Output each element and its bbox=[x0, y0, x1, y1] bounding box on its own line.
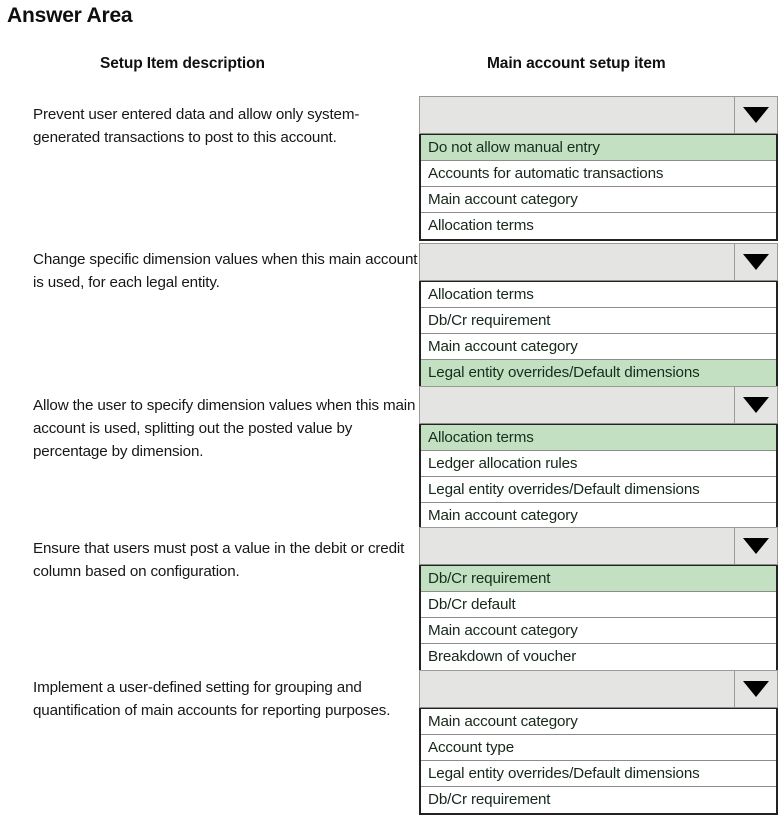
dropdown-option[interactable]: Accounts for automatic transactions bbox=[421, 161, 776, 187]
dropdown-option-selected[interactable]: Allocation terms bbox=[421, 425, 776, 451]
dropdown-option[interactable]: Ledger allocation rules bbox=[421, 451, 776, 477]
dropdown-option[interactable]: Db/Cr default bbox=[421, 592, 776, 618]
dropdown-option[interactable]: Main account category bbox=[421, 618, 776, 644]
dropdown-option-list: Allocation terms Db/Cr requirement Main ac… bbox=[419, 280, 778, 388]
dropdown-option[interactable]: Main account category bbox=[421, 187, 776, 213]
chevron-down-icon bbox=[743, 681, 769, 697]
main-account-setup-item-dropdown[interactable]: Allocation terms Ledger allocation rules L… bbox=[419, 386, 778, 531]
dropdown-option[interactable]: Legal entity overrides/Default dimension… bbox=[421, 761, 776, 787]
dropdown-option[interactable]: Legal entity overrides/Default dimension… bbox=[421, 477, 776, 503]
dropdown-toggle-button[interactable] bbox=[734, 671, 777, 707]
main-account-setup-item-dropdown[interactable]: Main account category Account type Legal e… bbox=[419, 670, 778, 815]
setup-item-description: Ensure that users must post a value in t… bbox=[33, 540, 405, 580]
main-account-setup-item-dropdown[interactable]: Db/Cr requirement Db/Cr default Main accou… bbox=[419, 527, 778, 672]
dropdown-option[interactable]: Allocation terms bbox=[421, 213, 776, 239]
dropdown-option-selected[interactable]: Db/Cr requirement bbox=[421, 566, 776, 592]
chevron-down-icon bbox=[743, 397, 769, 413]
dropdown-toggle-button[interactable] bbox=[734, 244, 777, 280]
dropdown-option-list: Main account category Account type Legal e… bbox=[419, 707, 778, 815]
dropdown-option[interactable]: Main account category bbox=[421, 334, 776, 360]
dropdown-option[interactable]: Breakdown of voucher bbox=[421, 644, 776, 670]
dropdown-toggle-button[interactable] bbox=[734, 97, 777, 133]
chevron-down-icon bbox=[743, 254, 769, 270]
dropdown-combobox[interactable] bbox=[419, 670, 778, 708]
dropdown-combobox[interactable] bbox=[419, 243, 778, 281]
setup-item-description: Change specific dimension values when th… bbox=[33, 251, 418, 291]
dropdown-toggle-button[interactable] bbox=[734, 528, 777, 564]
dropdown-option-selected[interactable]: Do not allow manual entry bbox=[421, 135, 776, 161]
chevron-down-icon bbox=[743, 107, 769, 123]
dropdown-option-selected[interactable]: Legal entity overrides/Default dimension… bbox=[421, 360, 776, 386]
setup-item-description: Allow the user to specify dimension valu… bbox=[33, 397, 416, 460]
column-header-main-account-setup-item: Main account setup item bbox=[487, 55, 666, 72]
chevron-down-icon bbox=[743, 538, 769, 554]
dropdown-combobox[interactable] bbox=[419, 527, 778, 565]
dropdown-toggle-button[interactable] bbox=[734, 387, 777, 423]
setup-item-description: Prevent user entered data and allow only… bbox=[33, 106, 360, 146]
dropdown-combobox[interactable] bbox=[419, 386, 778, 424]
column-header-setup-item-description: Setup Item description bbox=[100, 55, 265, 72]
setup-item-description: Implement a user-defined setting for gro… bbox=[33, 679, 391, 719]
dropdown-option[interactable]: Db/Cr requirement bbox=[421, 787, 776, 813]
page-title: Answer Area bbox=[7, 4, 133, 27]
dropdown-combobox[interactable] bbox=[419, 96, 778, 134]
main-account-setup-item-dropdown[interactable]: Do not allow manual entry Accounts for au… bbox=[419, 96, 778, 241]
dropdown-option[interactable]: Account type bbox=[421, 735, 776, 761]
dropdown-option-list: Do not allow manual entry Accounts for au… bbox=[419, 133, 778, 241]
dropdown-option[interactable]: Db/Cr requirement bbox=[421, 308, 776, 334]
dropdown-option[interactable]: Main account category bbox=[421, 709, 776, 735]
dropdown-option-list: Allocation terms Ledger allocation rules L… bbox=[419, 423, 778, 531]
dropdown-option[interactable]: Main account category bbox=[421, 503, 776, 529]
dropdown-option[interactable]: Allocation terms bbox=[421, 282, 776, 308]
dropdown-option-list: Db/Cr requirement Db/Cr default Main accou… bbox=[419, 564, 778, 672]
main-account-setup-item-dropdown[interactable]: Allocation terms Db/Cr requirement Main ac… bbox=[419, 243, 778, 388]
